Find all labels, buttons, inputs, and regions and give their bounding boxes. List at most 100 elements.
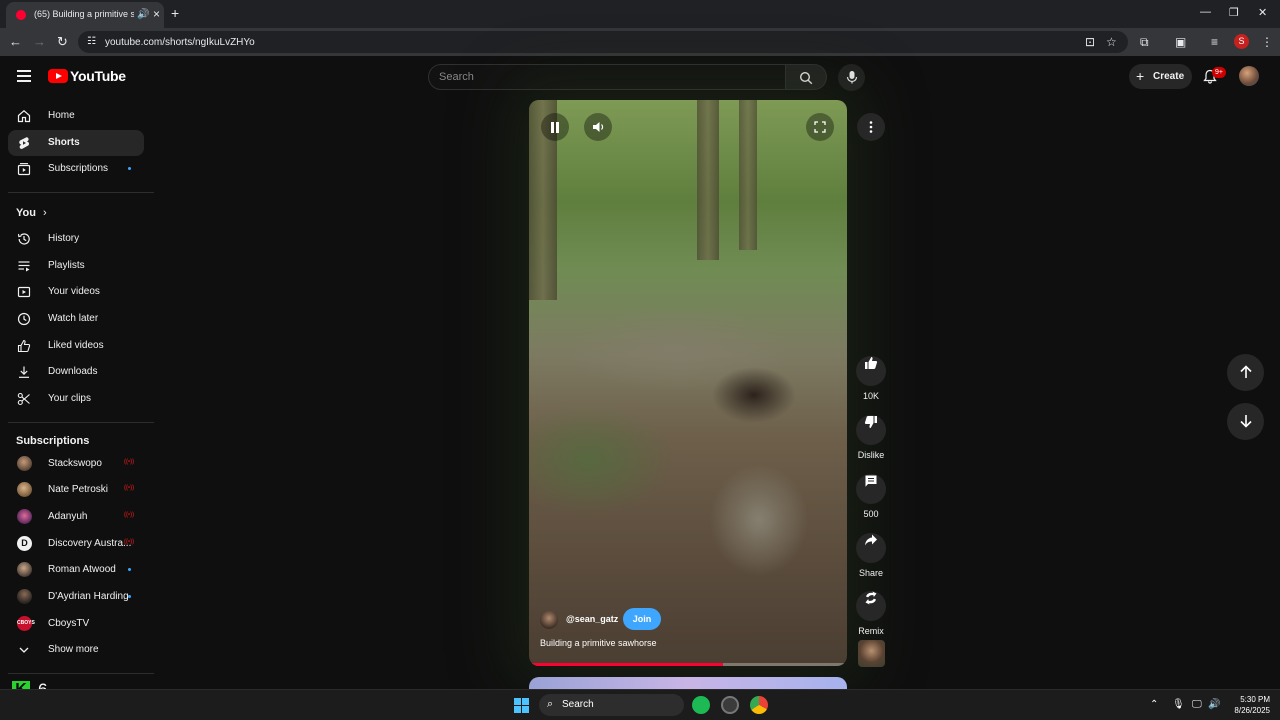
new-tab-button[interactable]: +	[171, 5, 179, 21]
sidebar-item-downloads[interactable]: Downloads	[8, 359, 144, 385]
sidebar-item-subscriptions[interactable]: Subscriptions	[8, 156, 144, 182]
media-controls-icon[interactable]: ≡	[1211, 35, 1218, 49]
chevron-down-icon	[19, 647, 29, 653]
sound-source-thumbnail[interactable]	[858, 640, 885, 667]
channel-name: Adanyuh	[48, 511, 88, 522]
spotify-icon[interactable]	[692, 696, 710, 714]
reload-icon[interactable]: ↻	[57, 34, 68, 50]
channel-avatar	[17, 509, 32, 524]
tab-search-icon[interactable]: ▣	[1175, 35, 1186, 49]
profile-avatar[interactable]: S	[1234, 34, 1249, 49]
show-more-button[interactable]: Show more	[8, 637, 144, 663]
browser-tab[interactable]: (65) Building a primitive saw 🔊 ×	[6, 2, 164, 28]
chrome-icon[interactable]	[750, 696, 768, 714]
channel-name: Roman Atwood	[48, 564, 116, 575]
video-frame-detail	[739, 100, 757, 250]
fullscreen-button[interactable]	[806, 113, 834, 141]
watch-later-icon	[17, 312, 31, 326]
youtube-wordmark[interactable]: YouTube	[70, 68, 126, 84]
plus-icon: +	[1136, 68, 1145, 84]
comments-button[interactable]: 500	[856, 466, 886, 519]
minimize-icon[interactable]: —	[1200, 6, 1211, 18]
create-button[interactable]: + Create	[1129, 64, 1192, 89]
live-indicator-icon: ((•))	[124, 485, 135, 491]
short-title[interactable]: Building a primitive sawhorse	[540, 638, 657, 648]
chrome-menu-icon[interactable]: ⋮	[1261, 35, 1273, 49]
tray-network-icon[interactable]: 🖵	[1192, 699, 1202, 710]
sidebar-channel-nate-petroski[interactable]: Nate Petroski ((•))	[8, 477, 144, 503]
address-bar[interactable]: ☷ youtube.com/shorts/ngIkuLvZHYo	[78, 31, 1128, 53]
app-icon[interactable]	[721, 696, 739, 714]
sidebar-item-shorts[interactable]: Shorts	[8, 130, 144, 156]
thumbs-up-icon	[17, 339, 31, 353]
sidebar-item-label: Subscriptions	[48, 163, 109, 174]
previous-short-button[interactable]	[1227, 354, 1264, 391]
sidebar-channel-daydrian-harding[interactable]: D'Aydrian Harding	[8, 584, 144, 610]
taskbar-search[interactable]: ⌕ Search	[539, 694, 684, 716]
dislike-button[interactable]: Dislike	[856, 407, 886, 460]
sidebar-divider	[8, 422, 154, 423]
sidebar-channel-discovery-australia[interactable]: D Discovery Austra... ((•))	[8, 531, 144, 557]
sidebar-item-label: Liked videos	[48, 340, 104, 351]
channel-name: Nate Petroski	[48, 484, 109, 495]
sidebar-channel-stackswopo[interactable]: Stackswopo ((•))	[8, 451, 144, 477]
youtube-favicon-icon	[16, 10, 26, 20]
window-close-icon[interactable]: ✕	[1258, 6, 1267, 19]
sidebar-item-liked-videos[interactable]: Liked videos	[8, 333, 144, 359]
channel-handle[interactable]: @sean_gatz	[566, 614, 618, 624]
install-app-icon[interactable]: ⊡	[1085, 35, 1095, 49]
tray-volume-icon[interactable]: 🔊	[1208, 699, 1220, 710]
like-button[interactable]: 10K	[856, 348, 886, 401]
share-button[interactable]: Share	[856, 525, 886, 578]
channel-avatar[interactable]	[540, 611, 558, 629]
restore-icon[interactable]: ❐	[1229, 6, 1239, 19]
more-options-button[interactable]	[857, 113, 885, 141]
live-indicator-icon: ((•))	[124, 459, 135, 465]
sidebar-channel-cboystv[interactable]: CBOYS CboysTV	[8, 611, 144, 637]
sidebar-channel-roman-atwood[interactable]: Roman Atwood	[8, 557, 144, 583]
sidebar-item-watch-later[interactable]: Watch later	[8, 306, 144, 332]
channel-avatar	[17, 562, 32, 577]
pause-button[interactable]	[541, 113, 569, 141]
youtube-logo-icon[interactable]	[48, 69, 68, 83]
next-short-button[interactable]	[1227, 403, 1264, 440]
video-progress-bar[interactable]	[529, 663, 847, 666]
back-icon[interactable]: ←	[9, 34, 22, 49]
tab-audio-icon[interactable]: 🔊	[137, 9, 149, 20]
search-button[interactable]	[786, 64, 827, 90]
new-content-dot	[128, 568, 131, 571]
sidebar-item-label: Watch later	[48, 313, 99, 324]
site-info-icon[interactable]: ☷	[87, 36, 96, 47]
shorts-video-player[interactable]: @sean_gatz Join Building a primitive saw…	[529, 100, 847, 666]
history-icon	[17, 233, 30, 245]
sidebar-item-playlists[interactable]: Playlists	[8, 253, 144, 279]
you-section-header[interactable]: You ›	[16, 207, 47, 219]
account-avatar[interactable]	[1239, 66, 1259, 86]
search-input[interactable]	[439, 69, 769, 85]
forward-icon[interactable]: →	[33, 34, 46, 49]
remix-button[interactable]: Remix	[856, 583, 886, 636]
sidebar-item-your-clips[interactable]: Your clips	[8, 386, 144, 412]
tray-mic-icon[interactable]: 🎙	[1172, 699, 1185, 710]
sidebar-channel-adanyuh[interactable]: Adanyuh ((•))	[8, 504, 144, 530]
search-box[interactable]	[428, 64, 786, 90]
sidebar-item-your-videos[interactable]: Your videos	[8, 279, 144, 305]
volume-button[interactable]	[584, 113, 612, 141]
sidebar-item-home[interactable]: Home	[8, 103, 144, 129]
tray-chevron-up-icon[interactable]: ⌃	[1150, 699, 1158, 710]
video-frame-detail	[697, 100, 719, 260]
guide-menu-icon[interactable]	[17, 70, 31, 85]
browser-tab-strip: (65) Building a primitive saw 🔊 × + — ❐ …	[0, 0, 1280, 28]
share-icon	[865, 534, 877, 546]
tab-close-icon[interactable]: ×	[153, 7, 160, 21]
bookmark-star-icon[interactable]: ☆	[1106, 35, 1117, 49]
sidebar-item-label: History	[48, 233, 80, 244]
sidebar-item-history[interactable]: History	[8, 226, 144, 252]
arrow-up-icon	[1239, 365, 1252, 378]
windows-taskbar: ⌕ Search ⌃ 🎙 🖵 🔊 5:30 PM 8/26/2025	[0, 689, 1280, 720]
join-button[interactable]: Join	[623, 608, 661, 630]
taskbar-clock[interactable]: 5:30 PM 8/26/2025	[1226, 694, 1270, 716]
windows-start-icon[interactable]	[514, 698, 529, 713]
voice-search-button[interactable]	[838, 64, 865, 91]
extensions-icon[interactable]: ⧉	[1140, 35, 1149, 50]
